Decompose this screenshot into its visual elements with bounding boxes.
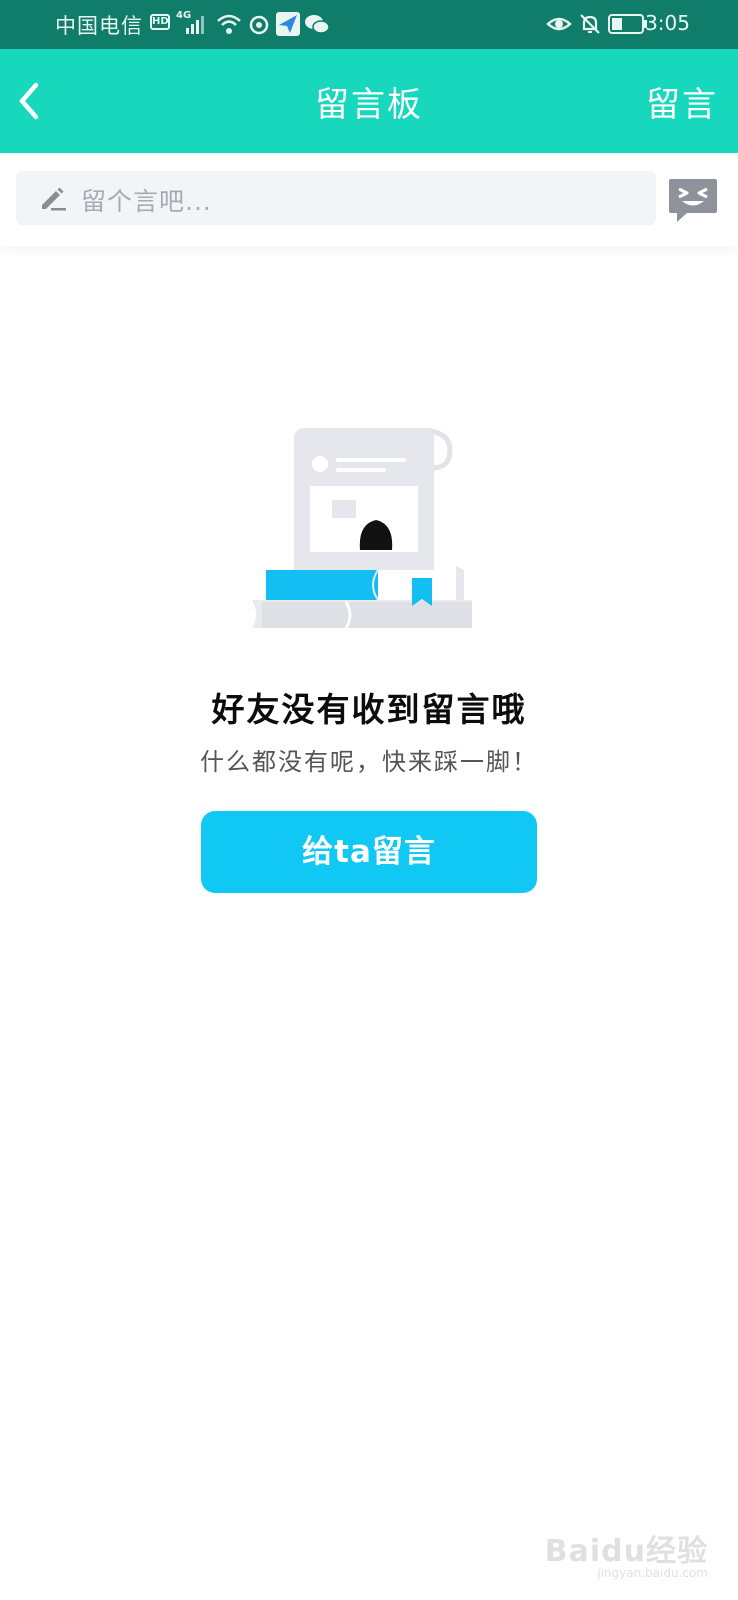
message-input[interactable]: 留个言吧... xyxy=(16,171,656,225)
watermark-url: jingyan.baidu.com xyxy=(597,1566,708,1580)
empty-illustration xyxy=(252,428,472,628)
pencil-icon xyxy=(42,187,66,211)
leave-message-cta-button[interactable]: 给ta留言 xyxy=(201,811,537,893)
empty-state-subtitle: 什么都没有呢，快来踩一脚！ xyxy=(200,748,538,776)
wifi-icon xyxy=(217,14,241,34)
message-input-placeholder: 留个言吧... xyxy=(81,187,212,216)
hd-icon: HD xyxy=(150,14,170,30)
status-bar: 中国电信 HD 4G 3:05 xyxy=(0,0,738,49)
page-title: 留言板 xyxy=(315,85,423,125)
clock: 3:05 xyxy=(645,11,690,35)
header-bar: 留言板 留言 xyxy=(0,49,738,153)
emoji-message-icon[interactable] xyxy=(667,177,719,223)
watermark-text: Baidu经验 xyxy=(544,1534,708,1569)
baidu-watermark: Baidu经验 jingyan.baidu.com xyxy=(544,1526,708,1580)
wechat-icon xyxy=(305,15,330,34)
eye-icon xyxy=(546,17,572,31)
battery-icon xyxy=(608,14,647,34)
leave-message-button[interactable]: 留言 xyxy=(646,77,718,126)
send-app-icon xyxy=(276,12,300,36)
signal-icon xyxy=(186,16,204,34)
carrier-name: 中国电信 xyxy=(55,14,143,38)
bell-off-icon xyxy=(580,14,600,34)
message-composer: 留个言吧... xyxy=(0,153,738,246)
empty-state-title: 好友没有收到留言哦 xyxy=(211,690,527,729)
sync-icon xyxy=(249,15,269,35)
